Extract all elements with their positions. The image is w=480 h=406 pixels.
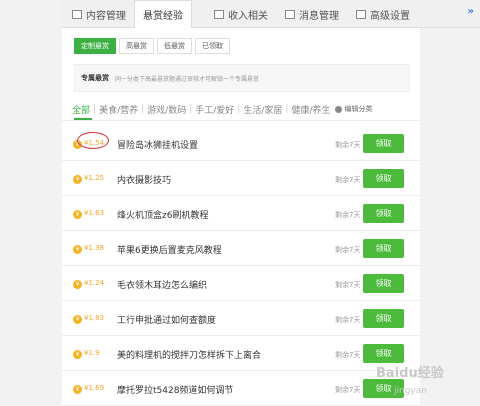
reward-amount: ¥1.69 bbox=[84, 384, 105, 392]
time-remaining: 剩余7天 bbox=[335, 316, 361, 324]
question-title[interactable]: 冒险岛冰狮挂机设置 bbox=[117, 138, 198, 151]
reward-amount: ¥1.83 bbox=[84, 314, 105, 322]
category-all[interactable]: 全部 bbox=[72, 103, 90, 116]
category-divider: | bbox=[93, 104, 97, 114]
category-bar: 全部 | 美食/营养 | 游戏/数码 | 手工/爱好 | 生活/家居 | 健康/… bbox=[72, 100, 412, 118]
highlight-circle bbox=[77, 132, 109, 149]
page: 内容管理 悬赏经验 收入相关 消息管理 高级设置 » 定制悬赏 高悬赏 低悬赏 … bbox=[0, 0, 480, 406]
coin-icon: ¥ bbox=[73, 350, 82, 359]
tab-messages[interactable]: 消息管理 bbox=[285, 3, 339, 25]
tab-content-management[interactable]: 内容管理 bbox=[72, 3, 126, 25]
category-games[interactable]: 游戏/数码 bbox=[147, 103, 186, 116]
claim-button[interactable]: 领取 bbox=[363, 134, 404, 153]
reward-amount: ¥1.38 bbox=[84, 244, 105, 252]
claim-button[interactable]: 领取 bbox=[363, 204, 404, 223]
edit-category-label: 编辑分类 bbox=[344, 105, 373, 113]
question-title[interactable]: 苹果6更换后置麦克风教程 bbox=[117, 243, 222, 256]
list-item: ¥ ¥1.63 烽火机顶盒z6刷机教程 剩余7天 领取 bbox=[62, 196, 420, 231]
edit-category-button[interactable]: 编辑分类 bbox=[335, 104, 372, 114]
category-divider: | bbox=[237, 104, 241, 114]
time-remaining: 剩余7天 bbox=[335, 176, 361, 184]
subtab-custom-reward[interactable]: 定制悬赏 bbox=[74, 38, 116, 54]
reward-amount: ¥1.24 bbox=[84, 279, 105, 287]
notice-title: 专属悬赏 bbox=[81, 74, 109, 82]
tab-label: 内容管理 bbox=[86, 10, 126, 22]
message-icon bbox=[285, 9, 295, 19]
tab-reward-experience[interactable]: 悬赏经验 bbox=[134, 0, 192, 28]
coin-icon: ¥ bbox=[73, 210, 82, 219]
document-icon bbox=[72, 9, 82, 19]
time-remaining: 剩余7天 bbox=[335, 246, 361, 254]
list-item: ¥ ¥1.25 内衣摄影技巧 剩余7天 领取 bbox=[62, 161, 420, 196]
subtab-claimed[interactable]: 已领取 bbox=[195, 38, 230, 54]
coin-icon: ¥ bbox=[73, 315, 82, 324]
subtab-high-reward[interactable]: 高悬赏 bbox=[119, 38, 154, 54]
settings-icon bbox=[356, 9, 366, 19]
claim-button[interactable]: 领取 bbox=[363, 169, 404, 188]
question-title[interactable]: 毛衣领木耳边怎么编织 bbox=[117, 278, 207, 291]
time-remaining: 剩余7天 bbox=[335, 281, 361, 289]
exclusive-reward-notice: 专属悬赏 同一分类下高最悬赏题通过审核才可解锁一个专属悬赏 bbox=[74, 64, 410, 92]
tab-label: 消息管理 bbox=[299, 10, 339, 22]
claim-button[interactable]: 领取 bbox=[363, 239, 404, 258]
watermark-logo: Baidu经验 jingyan bbox=[360, 360, 480, 406]
tab-income[interactable]: 收入相关 bbox=[214, 3, 268, 25]
list-item: ¥ ¥1.54 冒险岛冰狮挂机设置 剩余7天 领取 bbox=[62, 126, 420, 161]
coin-icon: ¥ bbox=[73, 245, 82, 254]
reward-filter-tabs: 定制悬赏 高悬赏 低悬赏 已领取 bbox=[74, 38, 233, 54]
watermark-brand: Baidu经验 bbox=[376, 366, 444, 381]
list-item: ¥ ¥1.24 毛衣领木耳边怎么编织 剩余7天 领取 bbox=[62, 266, 420, 301]
list-item: ¥ ¥1.38 苹果6更换后置麦克风教程 剩余7天 领取 bbox=[62, 231, 420, 266]
claim-button[interactable]: 领取 bbox=[363, 309, 404, 328]
coin-icon: ¥ bbox=[73, 385, 82, 394]
time-remaining: 剩余7天 bbox=[335, 211, 361, 219]
question-title[interactable]: 烽火机顶盒z6刷机教程 bbox=[117, 208, 208, 221]
claim-button[interactable]: 领取 bbox=[363, 274, 404, 293]
category-divider: | bbox=[285, 104, 289, 114]
top-tab-bar: 内容管理 悬赏经验 收入相关 消息管理 高级设置 » bbox=[62, 0, 480, 28]
category-divider: | bbox=[189, 104, 193, 114]
question-title[interactable]: 美的料理机的搅拌刀怎样拆下上离合 bbox=[117, 348, 261, 361]
time-remaining: 剩余7天 bbox=[335, 386, 361, 394]
notice-description: 同一分类下高最悬赏题通过审核才可解锁一个专属悬赏 bbox=[115, 75, 260, 83]
tab-label: 高级设置 bbox=[370, 10, 410, 22]
coin-icon: ¥ bbox=[73, 175, 82, 184]
coin-icon: ¥ bbox=[73, 280, 82, 289]
question-title[interactable]: 摩托罗拉t5428频道如何调节 bbox=[117, 383, 233, 396]
reward-amount: ¥1.25 bbox=[84, 174, 105, 182]
watermark-sub: jingyan bbox=[394, 386, 427, 396]
reward-amount: ¥1.63 bbox=[84, 209, 105, 217]
more-tabs-button[interactable]: » bbox=[468, 6, 474, 17]
list-item: ¥ ¥1.83 工行申批通过如何查额度 剩余7天 领取 bbox=[62, 301, 420, 336]
tab-label: 收入相关 bbox=[228, 10, 268, 22]
category-food[interactable]: 美食/营养 bbox=[99, 103, 138, 116]
category-divider: | bbox=[141, 104, 145, 114]
main-panel: 定制悬赏 高悬赏 低悬赏 已领取 专属悬赏 同一分类下高最悬赏题通过审核才可解锁… bbox=[62, 28, 420, 406]
category-life[interactable]: 生活/家居 bbox=[243, 103, 282, 116]
category-crafts[interactable]: 手工/爱好 bbox=[195, 103, 234, 116]
tab-advanced-settings[interactable]: 高级设置 bbox=[356, 3, 410, 25]
tab-label: 悬赏经验 bbox=[143, 11, 183, 22]
category-health[interactable]: 健康/养生 bbox=[291, 103, 330, 116]
time-remaining: 剩余7天 bbox=[335, 351, 361, 359]
edit-icon bbox=[335, 105, 343, 113]
divider bbox=[62, 120, 420, 121]
subtab-low-reward[interactable]: 低悬赏 bbox=[157, 38, 192, 54]
time-remaining: 剩余7天 bbox=[335, 141, 361, 149]
money-icon bbox=[214, 9, 224, 19]
question-title[interactable]: 工行申批通过如何查额度 bbox=[117, 313, 216, 326]
reward-amount: ¥1.9 bbox=[84, 349, 100, 357]
question-title[interactable]: 内衣摄影技巧 bbox=[117, 173, 171, 186]
